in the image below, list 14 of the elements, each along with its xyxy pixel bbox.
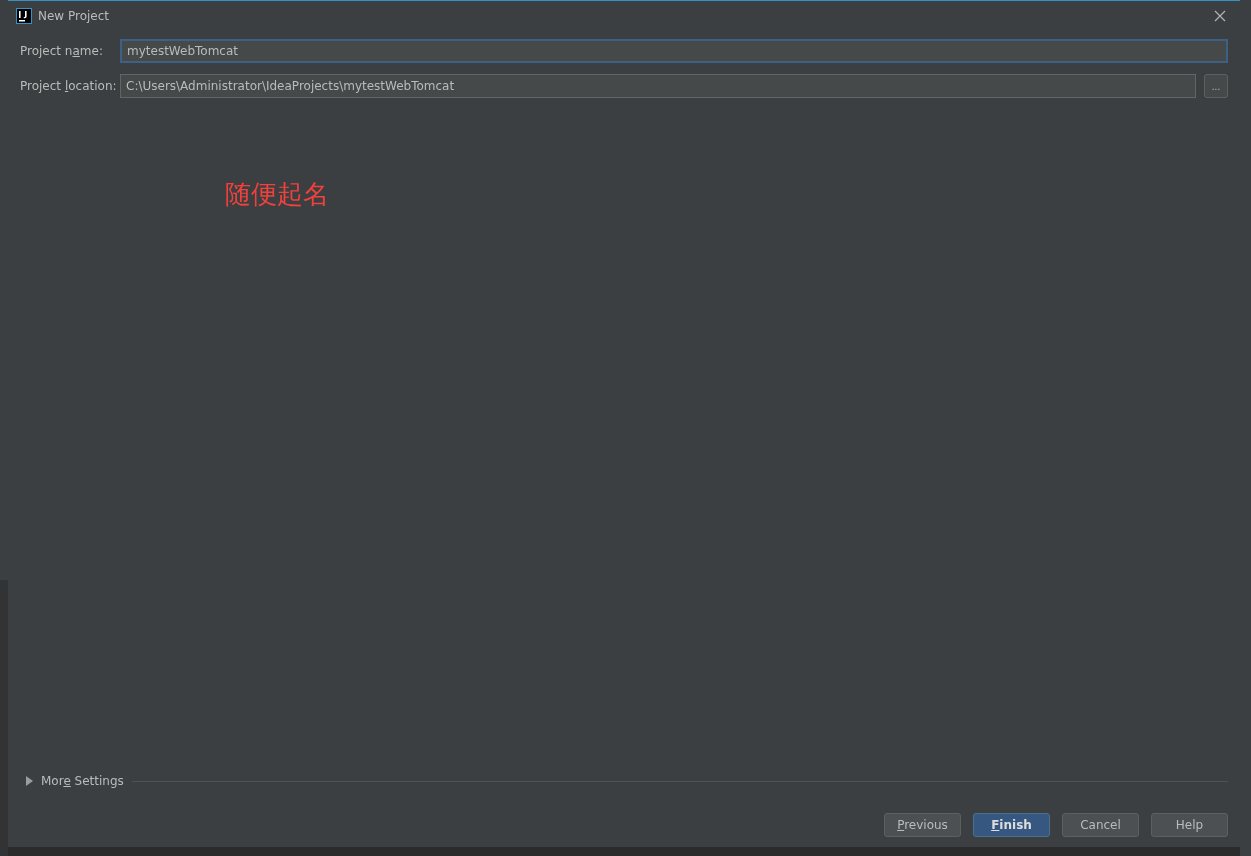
annotation-text: 随便起名 — [225, 179, 329, 209]
dialog-button[interactable]: Previous — [884, 813, 961, 837]
window-title: New Project — [38, 9, 110, 23]
text-field[interactable]: mytestWebTomcat — [120, 39, 1228, 63]
more-settings-toggle[interactable]: More Settings — [41, 774, 124, 788]
dialog-button[interactable]: Help — [1151, 813, 1228, 837]
text-field[interactable]: C:\Users\Administrator\IdeaProjects\mytestWebTomcat — [120, 74, 1196, 98]
app-logo-icon — [16, 8, 32, 24]
dialog-button[interactable]: Cancel — [1062, 813, 1139, 837]
expand-triangle-icon[interactable] — [26, 776, 33, 786]
finish-button[interactable]: Finish — [973, 813, 1050, 837]
browse-button[interactable]: ... — [1204, 74, 1228, 98]
field-label: Project name: — [20, 44, 104, 58]
close-icon[interactable] — [1214, 10, 1226, 22]
